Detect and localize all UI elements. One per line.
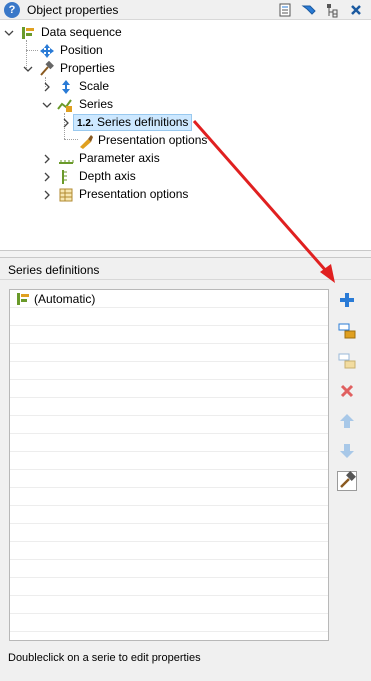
move-down-icon[interactable] [337, 441, 357, 461]
list-row-empty [10, 506, 328, 524]
tree-label: Scale [79, 79, 110, 93]
heading-divider [0, 279, 371, 280]
list-row-empty [10, 578, 328, 596]
status-text: Doubleclick on a serie to edit propertie… [8, 652, 201, 664]
tree-label: Series definitions [97, 115, 189, 129]
position-icon [40, 44, 54, 58]
panel-titlebar: ? Object properties [0, 0, 371, 20]
data-sequence-icon [22, 27, 34, 39]
edit-series-icon[interactable] [337, 321, 357, 341]
copy-series-icon[interactable] [337, 351, 357, 371]
list-row-empty [10, 524, 328, 542]
list-row-empty [10, 488, 328, 506]
list-row-empty [10, 398, 328, 416]
tree-label: Position [60, 43, 103, 57]
hammer-icon [40, 61, 54, 76]
list-row-empty [10, 344, 328, 362]
chevron-right-icon[interactable] [42, 172, 52, 182]
presentation-grid-icon [59, 188, 73, 202]
delete-icon[interactable] [337, 381, 357, 401]
tree-node-series[interactable]: Series [0, 96, 200, 114]
tree-node-series-presentation-options[interactable]: Presentation options [0, 132, 220, 150]
hammer-icon[interactable] [337, 471, 357, 491]
chevron-right-icon[interactable] [61, 118, 71, 128]
tree-node-series-definitions[interactable]: 1.2. Series definitions [0, 114, 220, 132]
list-item[interactable]: (Automatic) [10, 290, 328, 308]
series-row-icon [17, 293, 29, 305]
list-row-empty [10, 542, 328, 560]
chevron-right-icon[interactable] [42, 82, 52, 92]
series-definitions-panel: Series definitions (Automatic) Doublecli… [0, 258, 371, 681]
move-up-icon[interactable] [337, 411, 357, 431]
parameter-axis-icon [59, 160, 74, 164]
close-icon[interactable] [348, 2, 364, 18]
list-row-empty [10, 470, 328, 488]
properties-icon[interactable] [277, 2, 293, 18]
series-definitions-badge: 1.2. [77, 118, 94, 129]
help-icon: ? [4, 2, 20, 18]
list-row-empty [10, 452, 328, 470]
tree-node-data-sequence[interactable]: Data sequence [0, 24, 200, 42]
pin-icon[interactable] [301, 2, 317, 18]
tree-icon[interactable] [325, 2, 341, 18]
presentation-options-icon [80, 135, 93, 149]
tree-node-position[interactable]: Position [0, 42, 200, 60]
list-row-empty [10, 434, 328, 452]
tree-node-presentation-options[interactable]: Presentation options [0, 186, 200, 204]
add-icon[interactable] [337, 290, 357, 310]
series-list[interactable]: (Automatic) [9, 289, 329, 641]
list-row-empty [10, 416, 328, 434]
chevron-down-icon[interactable] [4, 28, 14, 38]
chevron-down-icon[interactable] [42, 100, 52, 110]
tree-node-scale[interactable]: Scale [0, 78, 200, 96]
panel-title: Object properties [27, 3, 119, 17]
list-item-label: (Automatic) [34, 292, 96, 306]
tree-label: Data sequence [41, 25, 122, 39]
tree-node-properties[interactable]: Properties [0, 60, 200, 78]
list-row-empty [10, 380, 328, 398]
tree-label: Parameter axis [79, 151, 160, 165]
tree-node-depth-axis[interactable]: Depth axis [0, 168, 200, 186]
list-row-empty [10, 596, 328, 614]
list-row-empty [10, 560, 328, 578]
series-icon [57, 99, 72, 112]
panel-heading: Series definitions [8, 263, 100, 277]
tree-label: Depth axis [79, 169, 136, 183]
list-row-empty [10, 308, 328, 326]
panel-splitter[interactable] [0, 250, 371, 258]
object-tree: Data sequence Position Properties Scale … [0, 21, 371, 246]
chevron-right-icon[interactable] [42, 154, 52, 164]
chevron-down-icon[interactable] [23, 64, 33, 74]
depth-axis-icon [62, 170, 67, 184]
tree-label: Presentation options [98, 133, 208, 147]
selected-tree-item[interactable]: 1.2. Series definitions [73, 114, 193, 131]
list-row-empty [10, 362, 328, 380]
tree-node-parameter-axis[interactable]: Parameter axis [0, 150, 200, 168]
list-row-empty [10, 614, 328, 632]
list-row-empty [10, 326, 328, 344]
tree-label: Series [79, 97, 114, 111]
tree-label: Properties [60, 61, 115, 75]
scale-icon [62, 80, 70, 94]
chevron-right-icon[interactable] [42, 190, 52, 200]
tree-label: Presentation options [79, 187, 189, 201]
